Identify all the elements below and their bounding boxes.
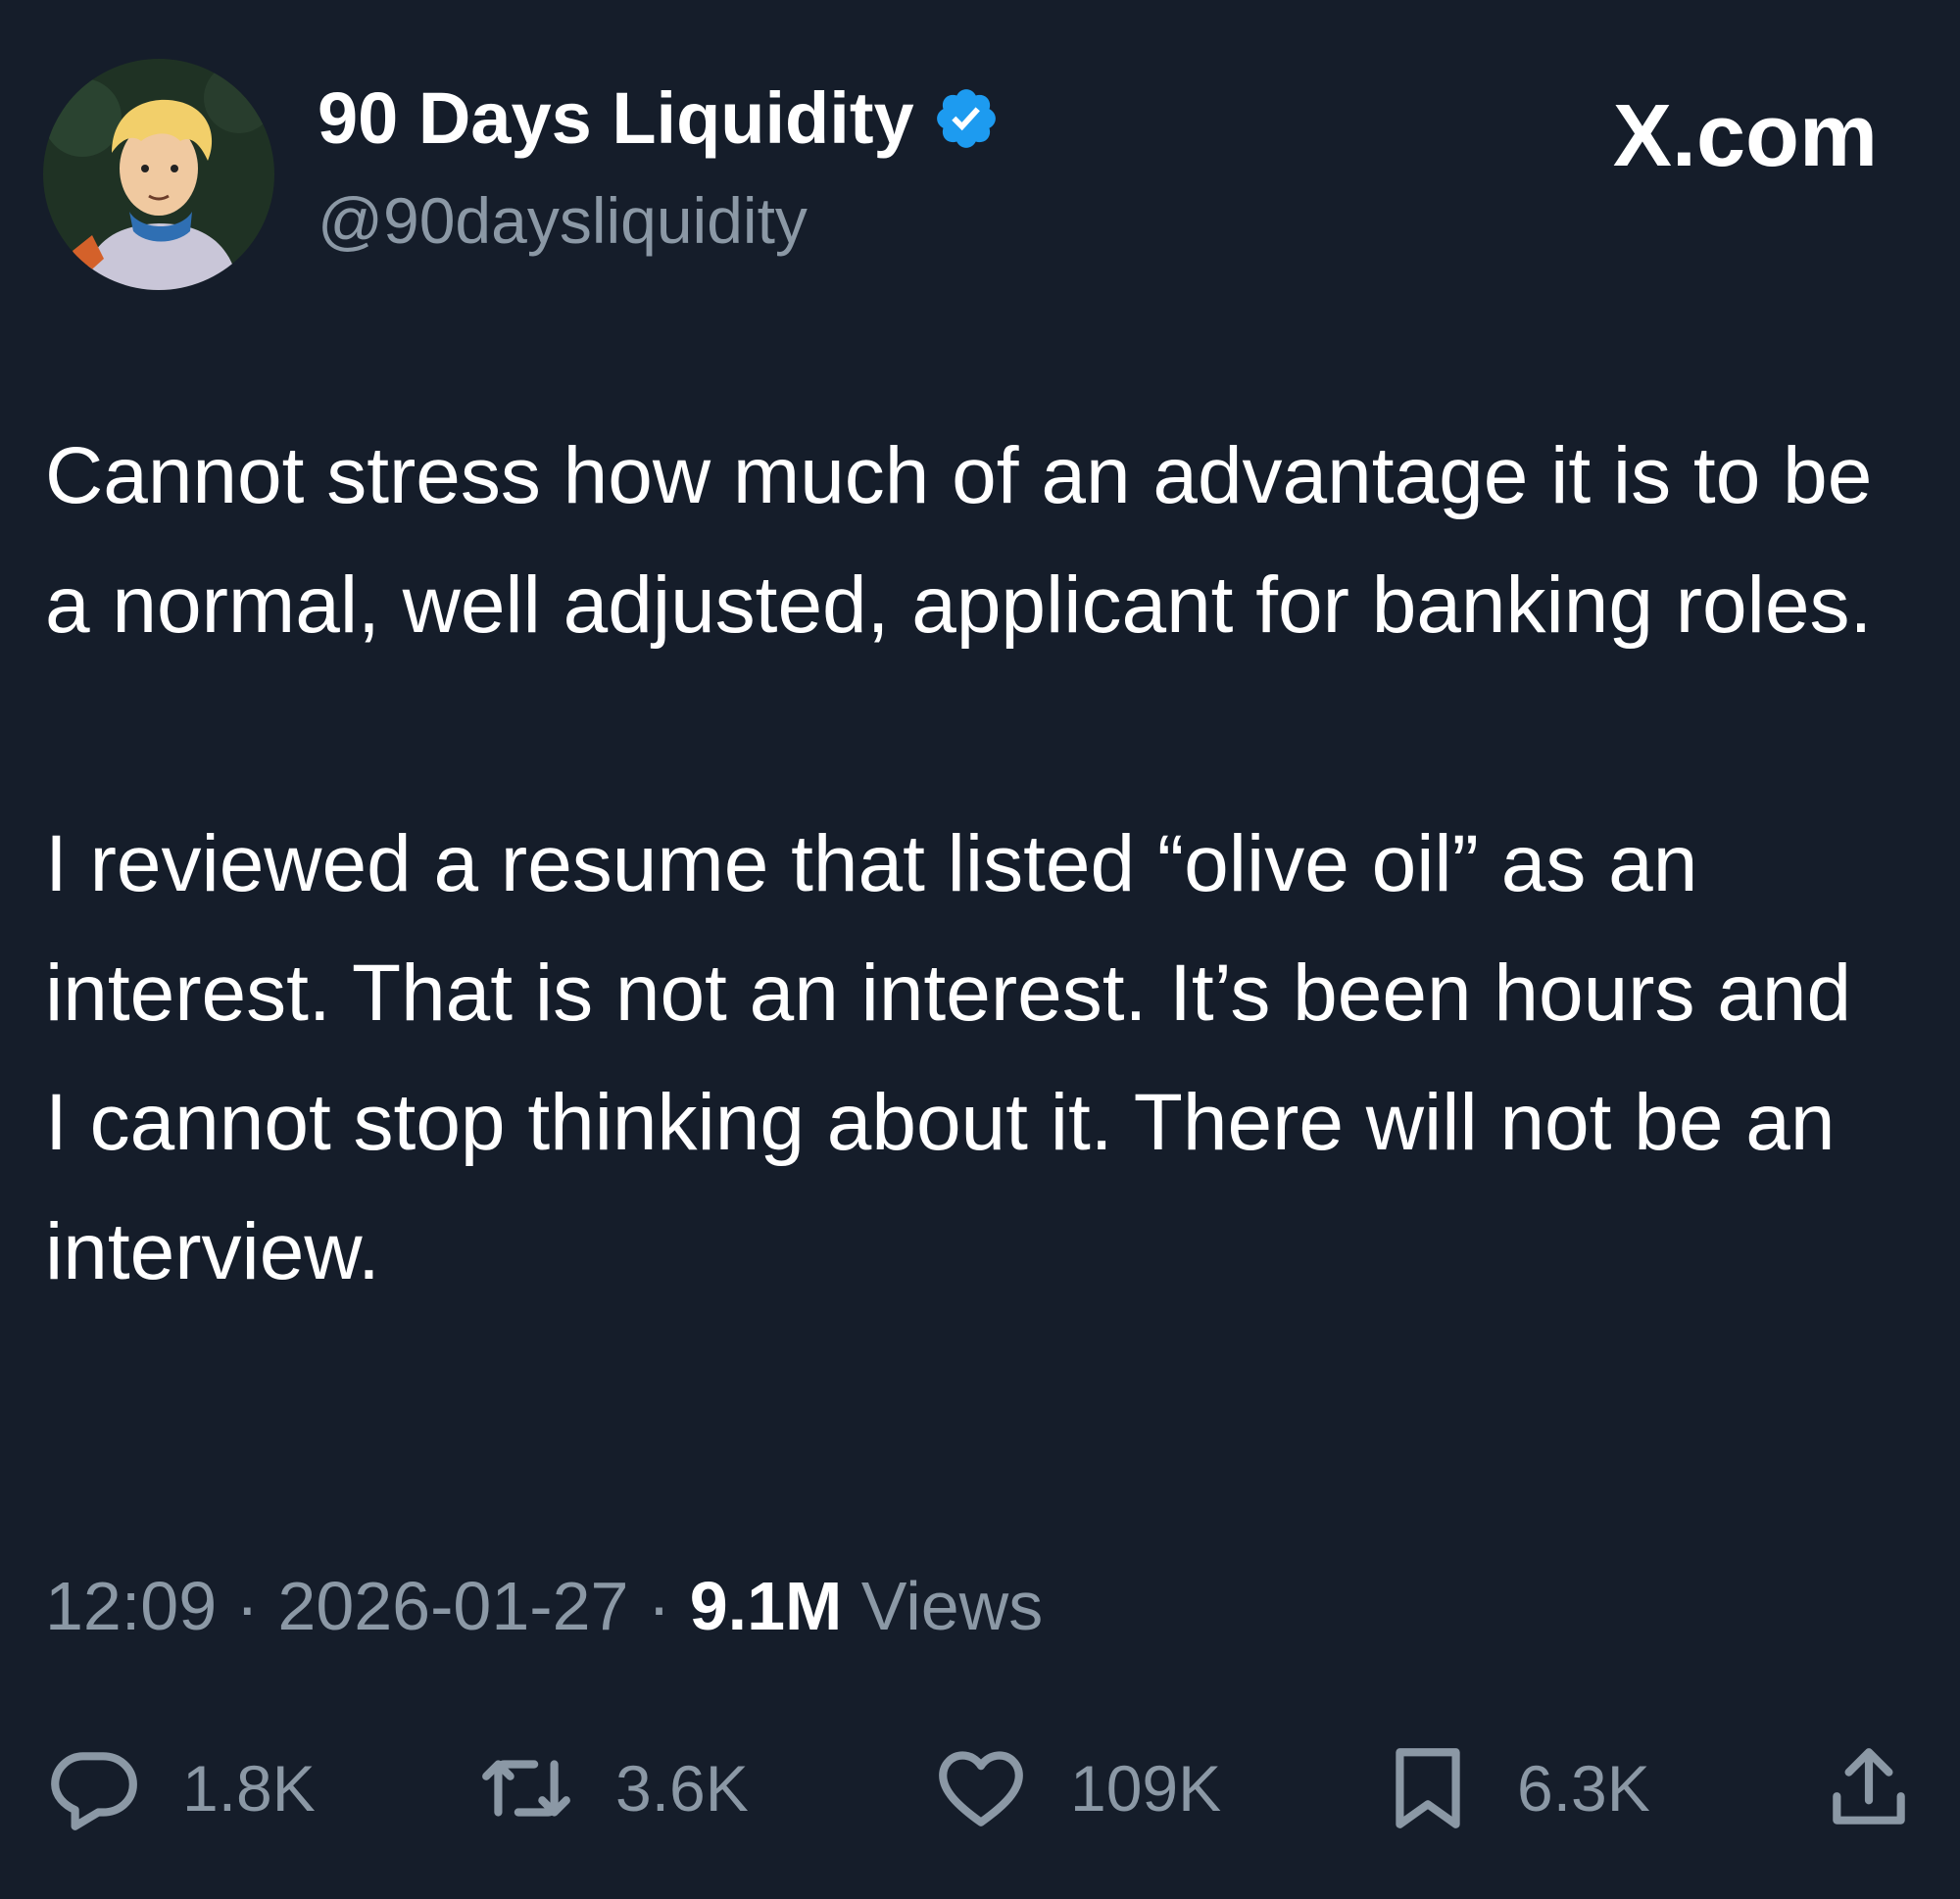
like-button[interactable]: 109K xyxy=(933,1734,1221,1842)
repost-count: 3.6K xyxy=(615,1752,749,1825)
repost-button[interactable]: 3.6K xyxy=(478,1734,749,1842)
author-name-row[interactable]: 90 Days Liquidity xyxy=(318,82,1001,155)
views-label: Views xyxy=(860,1568,1044,1644)
bookmark-count: 6.3K xyxy=(1517,1752,1650,1825)
action-bar: 1.8K 3.6K 109K 6.3K xyxy=(0,1734,1960,1842)
heart-icon xyxy=(939,1751,1023,1826)
share-button[interactable] xyxy=(1821,1734,1917,1842)
tweet-paragraph-2: I reviewed a resume that listed “olive o… xyxy=(45,819,1852,1296)
tweet-meta: 12:09 · 2026-01-27 · 9.1M Views xyxy=(45,1572,1043,1640)
site-label: X.com xyxy=(1612,87,1878,185)
tweet-date[interactable]: 2026-01-27 xyxy=(277,1568,628,1644)
views-count: 9.1M xyxy=(689,1568,843,1644)
avatar[interactable] xyxy=(43,59,274,290)
meta-separator: · xyxy=(235,1568,259,1644)
reply-icon xyxy=(51,1752,137,1830)
reply-count: 1.8K xyxy=(182,1752,316,1825)
bookmark-icon xyxy=(1396,1748,1460,1828)
verified-badge-icon xyxy=(936,89,996,148)
display-name[interactable]: 90 Days Liquidity xyxy=(318,82,914,155)
tweet-text: Cannot stress how much of an advantage i… xyxy=(45,412,1887,1317)
tweet-paragraph-1: Cannot stress how much of an advantage i… xyxy=(45,431,1873,650)
author-handle[interactable]: @90daysliquidity xyxy=(318,188,808,253)
bookmark-button[interactable]: 6.3K xyxy=(1380,1734,1650,1842)
reply-button[interactable]: 1.8K xyxy=(45,1734,316,1842)
avatar-image xyxy=(43,59,274,290)
like-count: 109K xyxy=(1070,1752,1222,1825)
tweet-time[interactable]: 12:09 xyxy=(45,1568,217,1644)
meta-separator: · xyxy=(647,1568,671,1644)
share-icon xyxy=(1833,1748,1905,1825)
repost-icon xyxy=(482,1760,570,1817)
